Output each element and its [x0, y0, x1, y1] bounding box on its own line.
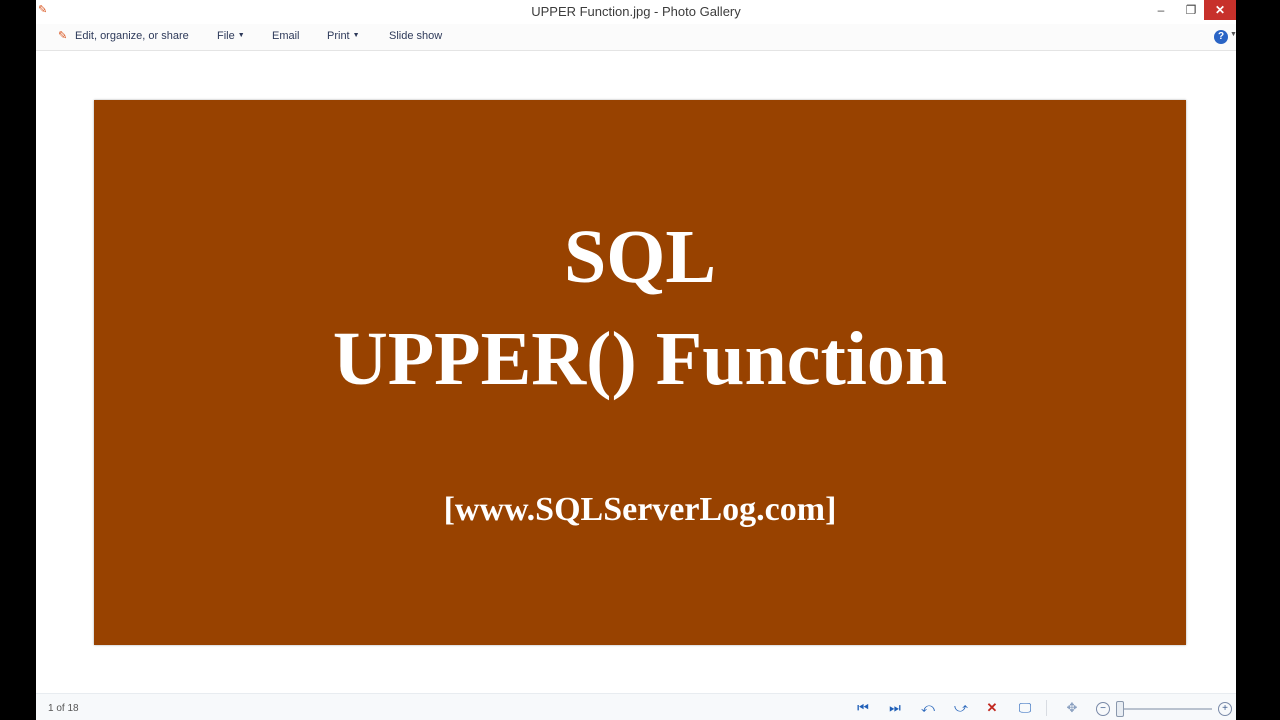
delete-icon[interactable]: ✕: [983, 700, 1001, 716]
restore-button[interactable]: ❐: [1176, 0, 1206, 20]
command-bar: Edit, organize, or share File ▼ Email Pri…: [36, 24, 1236, 51]
file-menu-button[interactable]: File ▼: [217, 30, 245, 42]
minimize-button[interactable]: ‒: [1146, 0, 1176, 20]
zoom-slider-thumb[interactable]: [1116, 701, 1124, 717]
status-bar: 1 of 18 ⏮ ⏭ ⤺ ⤻ ✕ 🖵 ✥ − +: [36, 693, 1236, 720]
set-desktop-background-icon[interactable]: 🖵: [1016, 700, 1034, 716]
slide-show-button[interactable]: Slide show: [389, 30, 442, 42]
edit-organize-share-label: Edit, organize, or share: [75, 30, 189, 42]
email-button[interactable]: Email: [272, 30, 300, 42]
close-button[interactable]: ✕: [1204, 0, 1236, 20]
photo-title-line: SQL: [563, 215, 717, 299]
print-menu-label: Print: [327, 30, 350, 42]
window-title: UPPER Function.jpg - Photo Gallery: [531, 4, 741, 19]
chevron-down-icon[interactable]: ▼: [1230, 31, 1236, 38]
file-menu-label: File: [217, 30, 235, 42]
rotate-left-icon[interactable]: ⤺: [919, 700, 937, 716]
zoom-out-icon[interactable]: −: [1096, 702, 1110, 716]
toolbar-divider: [1046, 700, 1047, 716]
help-icon[interactable]: ?: [1214, 30, 1228, 44]
previous-photo-icon[interactable]: ⏮: [854, 700, 872, 716]
photo-counter: 1 of 18: [48, 703, 79, 714]
edit-organize-icon: ✎: [58, 30, 68, 42]
rotate-right-icon[interactable]: ⤻: [952, 700, 970, 716]
photo-subtitle-line: UPPER() Function: [332, 317, 948, 401]
edit-organize-share-button[interactable]: Edit, organize, or share: [75, 30, 189, 42]
title-bar: ✎ UPPER Function.jpg - Photo Gallery ‒ ❐…: [36, 0, 1236, 24]
print-menu-button[interactable]: Print ▼: [327, 30, 360, 42]
photo-viewer: SQL UPPER() Function [www.SQLServerLog.c…: [36, 51, 1236, 693]
photo-image: SQL UPPER() Function [www.SQLServerLog.c…: [94, 100, 1186, 645]
chevron-down-icon: ▼: [237, 32, 245, 39]
photo-website-line: [www.SQLServerLog.com]: [443, 491, 837, 528]
zoom-slider-track[interactable]: [1116, 708, 1212, 710]
slide-show-label: Slide show: [389, 30, 443, 42]
photo-gallery-window: ✎ UPPER Function.jpg - Photo Gallery ‒ ❐…: [36, 0, 1236, 720]
actual-size-icon[interactable]: ✥: [1063, 700, 1081, 716]
zoom-in-icon[interactable]: +: [1218, 702, 1232, 716]
email-label: Email: [272, 30, 300, 42]
next-photo-icon[interactable]: ⏭: [886, 700, 904, 716]
chevron-down-icon: ▼: [352, 32, 360, 39]
